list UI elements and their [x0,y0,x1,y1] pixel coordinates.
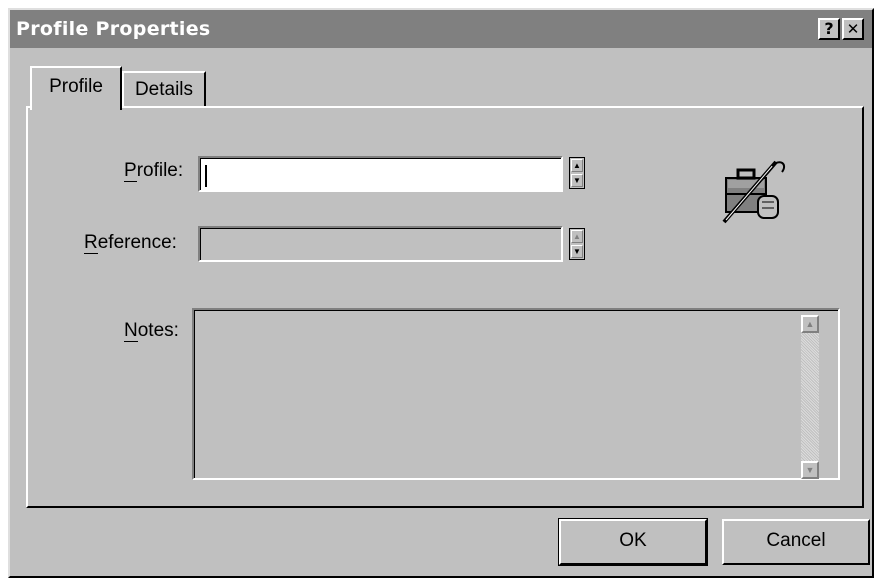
tab-profile-label: Profile [49,76,103,97]
profile-input[interactable] [198,156,563,192]
profile-properties-dialog: Profile Properties ? ✕ Profile Details P… [8,8,874,578]
spin-down-icon[interactable]: ▼ [571,174,583,187]
scroll-down-icon[interactable]: ▼ [801,461,819,479]
window-title: Profile Properties [16,18,211,40]
profile-label: Profile: [124,160,184,182]
tab-details-label: Details [134,79,194,100]
text-caret [205,165,207,187]
reference-label: Reference: [84,232,177,254]
close-button[interactable]: ✕ [842,18,864,40]
title-bar[interactable]: Profile Properties ? ✕ [10,10,872,48]
help-button[interactable]: ? [818,18,840,40]
spin-down-icon[interactable]: ▼ [571,245,583,258]
cancel-button[interactable]: Cancel [722,519,870,565]
tab-details[interactable]: Details [122,71,206,107]
profile-tab-panel: Profile: ▲ ▼ Reference: ▲ ▼ Notes: ▲ ▼ [26,106,864,508]
notes-label: Notes: [124,320,179,342]
tab-profile[interactable]: Profile [30,66,122,110]
notes-scrollbar[interactable]: ▲ ▼ [801,315,819,479]
ok-button[interactable]: OK [558,518,708,566]
briefcase-with-pen-icon [718,156,790,228]
spin-up-icon[interactable]: ▲ [571,230,583,243]
spin-up-icon[interactable]: ▲ [571,159,583,172]
profile-spinner[interactable]: ▲ ▼ [569,157,585,189]
notes-textarea[interactable]: ▲ ▼ [192,308,840,480]
reference-spinner[interactable]: ▲ ▼ [569,228,585,260]
reference-input[interactable] [198,226,563,262]
scroll-up-icon[interactable]: ▲ [801,315,819,333]
